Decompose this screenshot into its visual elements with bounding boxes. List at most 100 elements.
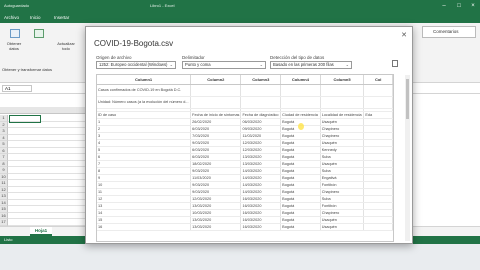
delimiter-value: Punto y coma bbox=[185, 62, 211, 67]
table-cell: Bogotá bbox=[280, 132, 321, 140]
table-cell: Bogotá bbox=[280, 216, 321, 224]
table-cell bbox=[363, 153, 393, 161]
taskbar bbox=[0, 244, 480, 270]
scrollbar-thumb[interactable] bbox=[406, 79, 409, 119]
refresh-all-button[interactable]: Actualizar todo bbox=[54, 41, 78, 51]
table-cell: 12/03/2020 bbox=[190, 195, 242, 203]
table-cell: Bogotá bbox=[280, 195, 321, 203]
table-cell: 11 bbox=[97, 188, 192, 196]
table-cell: 6/03/2020 bbox=[190, 146, 242, 154]
table-cell: Bogotá bbox=[280, 202, 321, 210]
table-cell bbox=[240, 96, 282, 109]
column-header[interactable]: Col bbox=[363, 75, 393, 85]
table-cell: Chapinero bbox=[320, 132, 365, 140]
table-cell: 16/03/2020 bbox=[240, 209, 282, 217]
table-cell bbox=[363, 181, 393, 189]
table-cell: 10/03/2020 bbox=[190, 209, 242, 217]
table-cell: 7 bbox=[97, 160, 192, 168]
refresh-all-icon bbox=[34, 29, 44, 38]
table-cell bbox=[280, 96, 321, 109]
table-cell bbox=[363, 223, 393, 231]
column-header[interactable]: Column5 bbox=[320, 75, 365, 85]
table-row: ID de caso Fecha de inicio de síntomas Fec… bbox=[97, 111, 393, 119]
table-row: 8 9/03/2020 14/03/2020 Bogotá Suba bbox=[97, 167, 393, 175]
delimiter-select[interactable]: Punto y coma ⌄ bbox=[182, 61, 266, 69]
tab-inicio[interactable]: Inicio bbox=[30, 15, 41, 20]
table-cell bbox=[363, 96, 393, 109]
tab-insertar[interactable]: Insertar bbox=[54, 15, 69, 20]
document-icon[interactable] bbox=[392, 60, 398, 67]
table-cell: 1 bbox=[97, 118, 192, 126]
chevron-down-icon: ⌄ bbox=[259, 62, 263, 67]
table-cell: 13/03/2020 bbox=[190, 216, 242, 224]
table-cell bbox=[363, 139, 393, 147]
get-data-button[interactable]: Obtener datos bbox=[2, 41, 26, 51]
csv-import-dialog: ✕ COVID-19-Bogota.csv Origen de archivo … bbox=[85, 26, 413, 244]
table-row: 15 13/03/2020 16/03/2020 Bogotá Usaquén bbox=[97, 216, 393, 224]
comments-button[interactable]: Comentarios bbox=[422, 26, 476, 38]
table-row: 7 18/02/2020 13/03/2020 Bogotá Usaquén bbox=[97, 160, 393, 168]
table-cell bbox=[363, 216, 393, 224]
table-cell: Fontibón bbox=[320, 202, 365, 210]
table-cell: Bogotá bbox=[280, 181, 321, 189]
table-cell bbox=[363, 132, 393, 140]
selected-cell[interactable] bbox=[9, 115, 41, 123]
table-row: 10 9/03/2020 14/03/2020 Bogotá Fontibón bbox=[97, 181, 393, 189]
close-icon[interactable]: ✕ bbox=[401, 31, 407, 39]
table-cell: 09/03/2020 bbox=[240, 125, 282, 133]
table-cell bbox=[363, 209, 393, 217]
table-cell: 15 bbox=[97, 216, 192, 224]
table-cell: 14/03/2020 bbox=[240, 174, 282, 182]
table-cell: Kennedy bbox=[320, 146, 365, 154]
column-header[interactable]: Column3 bbox=[240, 75, 282, 85]
table-row: 3 7/03/2020 11/03/2020 Bogotá Chapinero bbox=[97, 132, 393, 140]
table-cell: 2 bbox=[97, 125, 192, 133]
table-cell bbox=[320, 84, 365, 97]
table-cell: 13/03/2020 bbox=[190, 202, 242, 210]
vertical-scrollbar[interactable] bbox=[405, 75, 410, 241]
file-origin-select[interactable]: 1252: Europeo occidental (Windows) ⌄ bbox=[96, 61, 176, 69]
row-header[interactable]: 17 bbox=[0, 219, 8, 226]
preview-table: Column1 Column2 Column3 Column4 Column5 Col C… bbox=[97, 75, 393, 231]
ribbon-tabs: Archivo Inicio Insertar bbox=[0, 13, 480, 23]
close-window-icon[interactable]: × bbox=[469, 2, 477, 10]
table-cell: 12/03/2020 bbox=[240, 139, 282, 147]
table-cell: 06/03/2020 bbox=[240, 118, 282, 126]
table-cell: 18/02/2020 bbox=[190, 160, 242, 168]
maximize-icon[interactable]: □ bbox=[455, 2, 463, 10]
delimiter-label: Delimitador bbox=[182, 55, 205, 60]
table-cell: Usaquén bbox=[320, 160, 365, 168]
table-cell bbox=[363, 167, 393, 175]
table-cell: 6 bbox=[97, 153, 192, 161]
table-cell: Chapinero bbox=[320, 188, 365, 196]
table-cell: Bogotá bbox=[280, 160, 321, 168]
minimize-icon[interactable]: – bbox=[440, 2, 448, 10]
chevron-down-icon: ⌄ bbox=[345, 62, 349, 67]
table-cell: 16/03/2020 bbox=[240, 202, 282, 210]
table-cell: Bogotá bbox=[280, 139, 321, 147]
column-header[interactable]: Column1 bbox=[97, 75, 192, 85]
ribbon-group-label: Obtener y transformar datos bbox=[2, 67, 53, 72]
tab-archivo[interactable]: Archivo bbox=[4, 15, 19, 20]
table-cell: ID de caso bbox=[97, 111, 192, 119]
table-row: Unidad: Número casos (a la evolución del… bbox=[97, 96, 393, 109]
column-header[interactable]: Column4 bbox=[280, 75, 321, 85]
table-cell bbox=[363, 146, 393, 154]
get-data-icon bbox=[10, 29, 20, 38]
table-cell: Suba bbox=[320, 195, 365, 203]
table-cell: Chapinero bbox=[320, 209, 365, 217]
name-box[interactable]: A1 bbox=[2, 85, 32, 92]
table-cell: 14 bbox=[97, 209, 192, 217]
column-header[interactable]: Column2 bbox=[190, 75, 242, 85]
type-detection-select[interactable]: Basado en las primeras 200 filas ⌄ bbox=[270, 61, 352, 69]
table-cell: Suba bbox=[320, 153, 365, 161]
table-cell: Bogotá bbox=[280, 188, 321, 196]
table-cell: 9/03/2020 bbox=[190, 188, 242, 196]
sheet-tab[interactable]: Hoja1 bbox=[30, 227, 52, 236]
autosave-label[interactable]: Autoguardado bbox=[4, 3, 29, 8]
table-cell: 11/03/2020 bbox=[190, 174, 242, 182]
table-cell: 8 bbox=[97, 167, 192, 175]
grid-row[interactable] bbox=[8, 219, 88, 226]
table-row: 11 9/03/2020 14/03/2020 Bogotá Chapinero bbox=[97, 188, 393, 196]
table-cell: 16/03/2020 bbox=[240, 195, 282, 203]
